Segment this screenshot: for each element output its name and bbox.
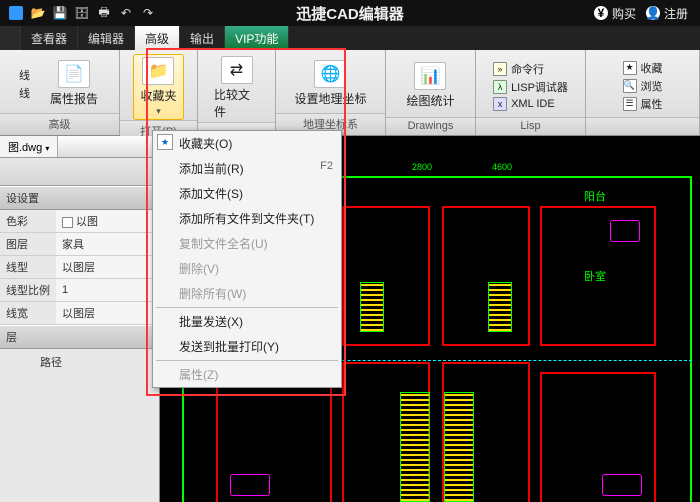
undo-icon[interactable]: ↶: [118, 5, 134, 21]
menu-item[interactable]: 添加文件(S): [153, 181, 341, 206]
group-label: 高级: [0, 113, 119, 135]
menu-item: 删除(V): [153, 256, 341, 281]
properties-table: 色彩以图 图层家具 线型以图层 线型比例1 线宽以图层: [0, 210, 159, 325]
attr-report-button[interactable]: 📄属性报告: [44, 58, 104, 109]
menu-item[interactable]: 添加所有文件到文件夹(T): [153, 206, 341, 231]
app-icon: [8, 5, 24, 21]
path-label: 路径: [0, 349, 159, 375]
menu-item[interactable]: 发送到批量打印(Y): [153, 334, 341, 359]
fav-shortcut[interactable]: ★收藏: [623, 60, 663, 76]
document-icon: 📄: [58, 60, 90, 88]
tab-file[interactable]: [0, 26, 21, 50]
redo-icon[interactable]: ↷: [140, 5, 156, 21]
save-icon[interactable]: 💾: [52, 5, 68, 21]
checkbox[interactable]: [62, 217, 73, 228]
chevron-down-icon: ▾: [45, 144, 49, 153]
app-title: 迅捷CAD编辑器: [296, 3, 404, 24]
folder-star-icon: ★: [157, 134, 173, 150]
chevron-down-icon: ▾: [156, 106, 161, 117]
group-label: [586, 117, 699, 135]
favorites-button[interactable]: 📁收藏夹▾: [133, 54, 183, 120]
tab-vip[interactable]: VIP功能: [225, 26, 289, 50]
favorites-dropdown: ★收藏夹(O)添加当前(R)F2添加文件(S)添加所有文件到文件夹(T)复制文件…: [152, 130, 342, 388]
cmdline-button[interactable]: »命令行: [493, 61, 568, 77]
geo-button[interactable]: 🌐设置地理坐标: [288, 58, 372, 109]
table-row[interactable]: 线型以图层: [0, 256, 159, 279]
group-lisp: »命令行 λLISP调试器 xXML IDE Lisp: [476, 50, 586, 135]
menu-item: 删除所有(W): [153, 281, 341, 306]
left-panel: 图.dwg ▾ 设设置 色彩以图 图层家具 线型以图层 线型比例1 线宽以图层 …: [0, 136, 160, 502]
ribbon-tabs: 查看器 编辑器 高级 输出 VIP功能: [0, 26, 700, 50]
doc-tab[interactable]: 图.dwg ▾: [0, 136, 58, 157]
line-tool2[interactable]: 线: [19, 85, 30, 101]
separator: [156, 307, 338, 308]
stats-button[interactable]: 📊绘图统计: [400, 60, 460, 111]
doc-tabs: 图.dwg ▾: [0, 136, 159, 158]
buy-button[interactable]: ¥购买: [594, 5, 636, 22]
group-advanced: 线线 📄属性报告 高级: [0, 50, 120, 135]
tab-editor[interactable]: 编辑器: [78, 26, 135, 50]
chart-icon: 📊: [414, 62, 446, 90]
panel-settings-header: 设设置: [0, 186, 159, 210]
folder-star-icon: 📁: [142, 57, 174, 85]
table-row[interactable]: 图层家具: [0, 233, 159, 256]
work-area: 图.dwg ▾ 设设置 色彩以图 图层家具 线型以图层 线型比例1 线宽以图层 …: [0, 136, 700, 502]
menu-item[interactable]: 批量发送(X): [153, 309, 341, 334]
menu-item: 属性(Z): [153, 362, 341, 387]
table-row[interactable]: 线宽以图层: [0, 302, 159, 325]
group-compare: ⇄比较文件: [198, 50, 276, 135]
compare-button[interactable]: ⇄比较文件: [208, 54, 265, 122]
group-label: Drawings: [386, 117, 475, 135]
props-shortcut[interactable]: ☰属性: [623, 96, 663, 112]
keyboard-shortcut: F2: [320, 160, 333, 177]
group-geo: 🌐设置地理坐标 地理坐标系: [276, 50, 386, 135]
line-tool1[interactable]: 线: [19, 67, 30, 83]
save-all-icon[interactable]: 🗄: [74, 5, 90, 21]
group-favorites: 📁收藏夹▾ 打开(P): [120, 50, 198, 135]
open-icon[interactable]: 📂: [30, 5, 46, 21]
title-bar: 📂 💾 🗄 🖶 ↶ ↷ 迅捷CAD编辑器 ¥购买 👤注册: [0, 0, 700, 26]
tab-output[interactable]: 输出: [180, 26, 225, 50]
menu-item[interactable]: 添加当前(R)F2: [153, 156, 341, 181]
group-drawings: 📊绘图统计 Drawings: [386, 50, 476, 135]
tab-viewer[interactable]: 查看器: [21, 26, 78, 50]
globe-grid-icon: 🌐: [314, 60, 346, 88]
separator: [156, 360, 338, 361]
compare-icon: ⇄: [221, 56, 253, 84]
browse-shortcut[interactable]: 🔍浏览: [623, 78, 663, 94]
menu-item: 复制文件全名(U): [153, 231, 341, 256]
menu-item[interactable]: ★收藏夹(O): [153, 131, 341, 156]
ribbon: 线线 📄属性报告 高级 📁收藏夹▾ 打开(P) ⇄比较文件 🌐设置地理坐标 地理…: [0, 50, 700, 136]
quick-access-toolbar: 📂 💾 🗄 🖶 ↶ ↷: [0, 5, 156, 21]
table-row[interactable]: 线型比例1: [0, 279, 159, 302]
group-label: Lisp: [476, 117, 585, 135]
xml-ide-button[interactable]: xXML IDE: [493, 97, 568, 111]
table-row[interactable]: 色彩以图: [0, 210, 159, 233]
tab-advanced[interactable]: 高级: [135, 26, 180, 50]
panel-layer-header: 层: [0, 325, 159, 349]
register-button[interactable]: 👤注册: [646, 5, 688, 22]
print-icon[interactable]: 🖶: [96, 5, 112, 21]
lisp-debugger-button[interactable]: λLISP调试器: [493, 79, 568, 95]
group-extras: ★收藏 🔍浏览 ☰属性: [586, 50, 700, 135]
